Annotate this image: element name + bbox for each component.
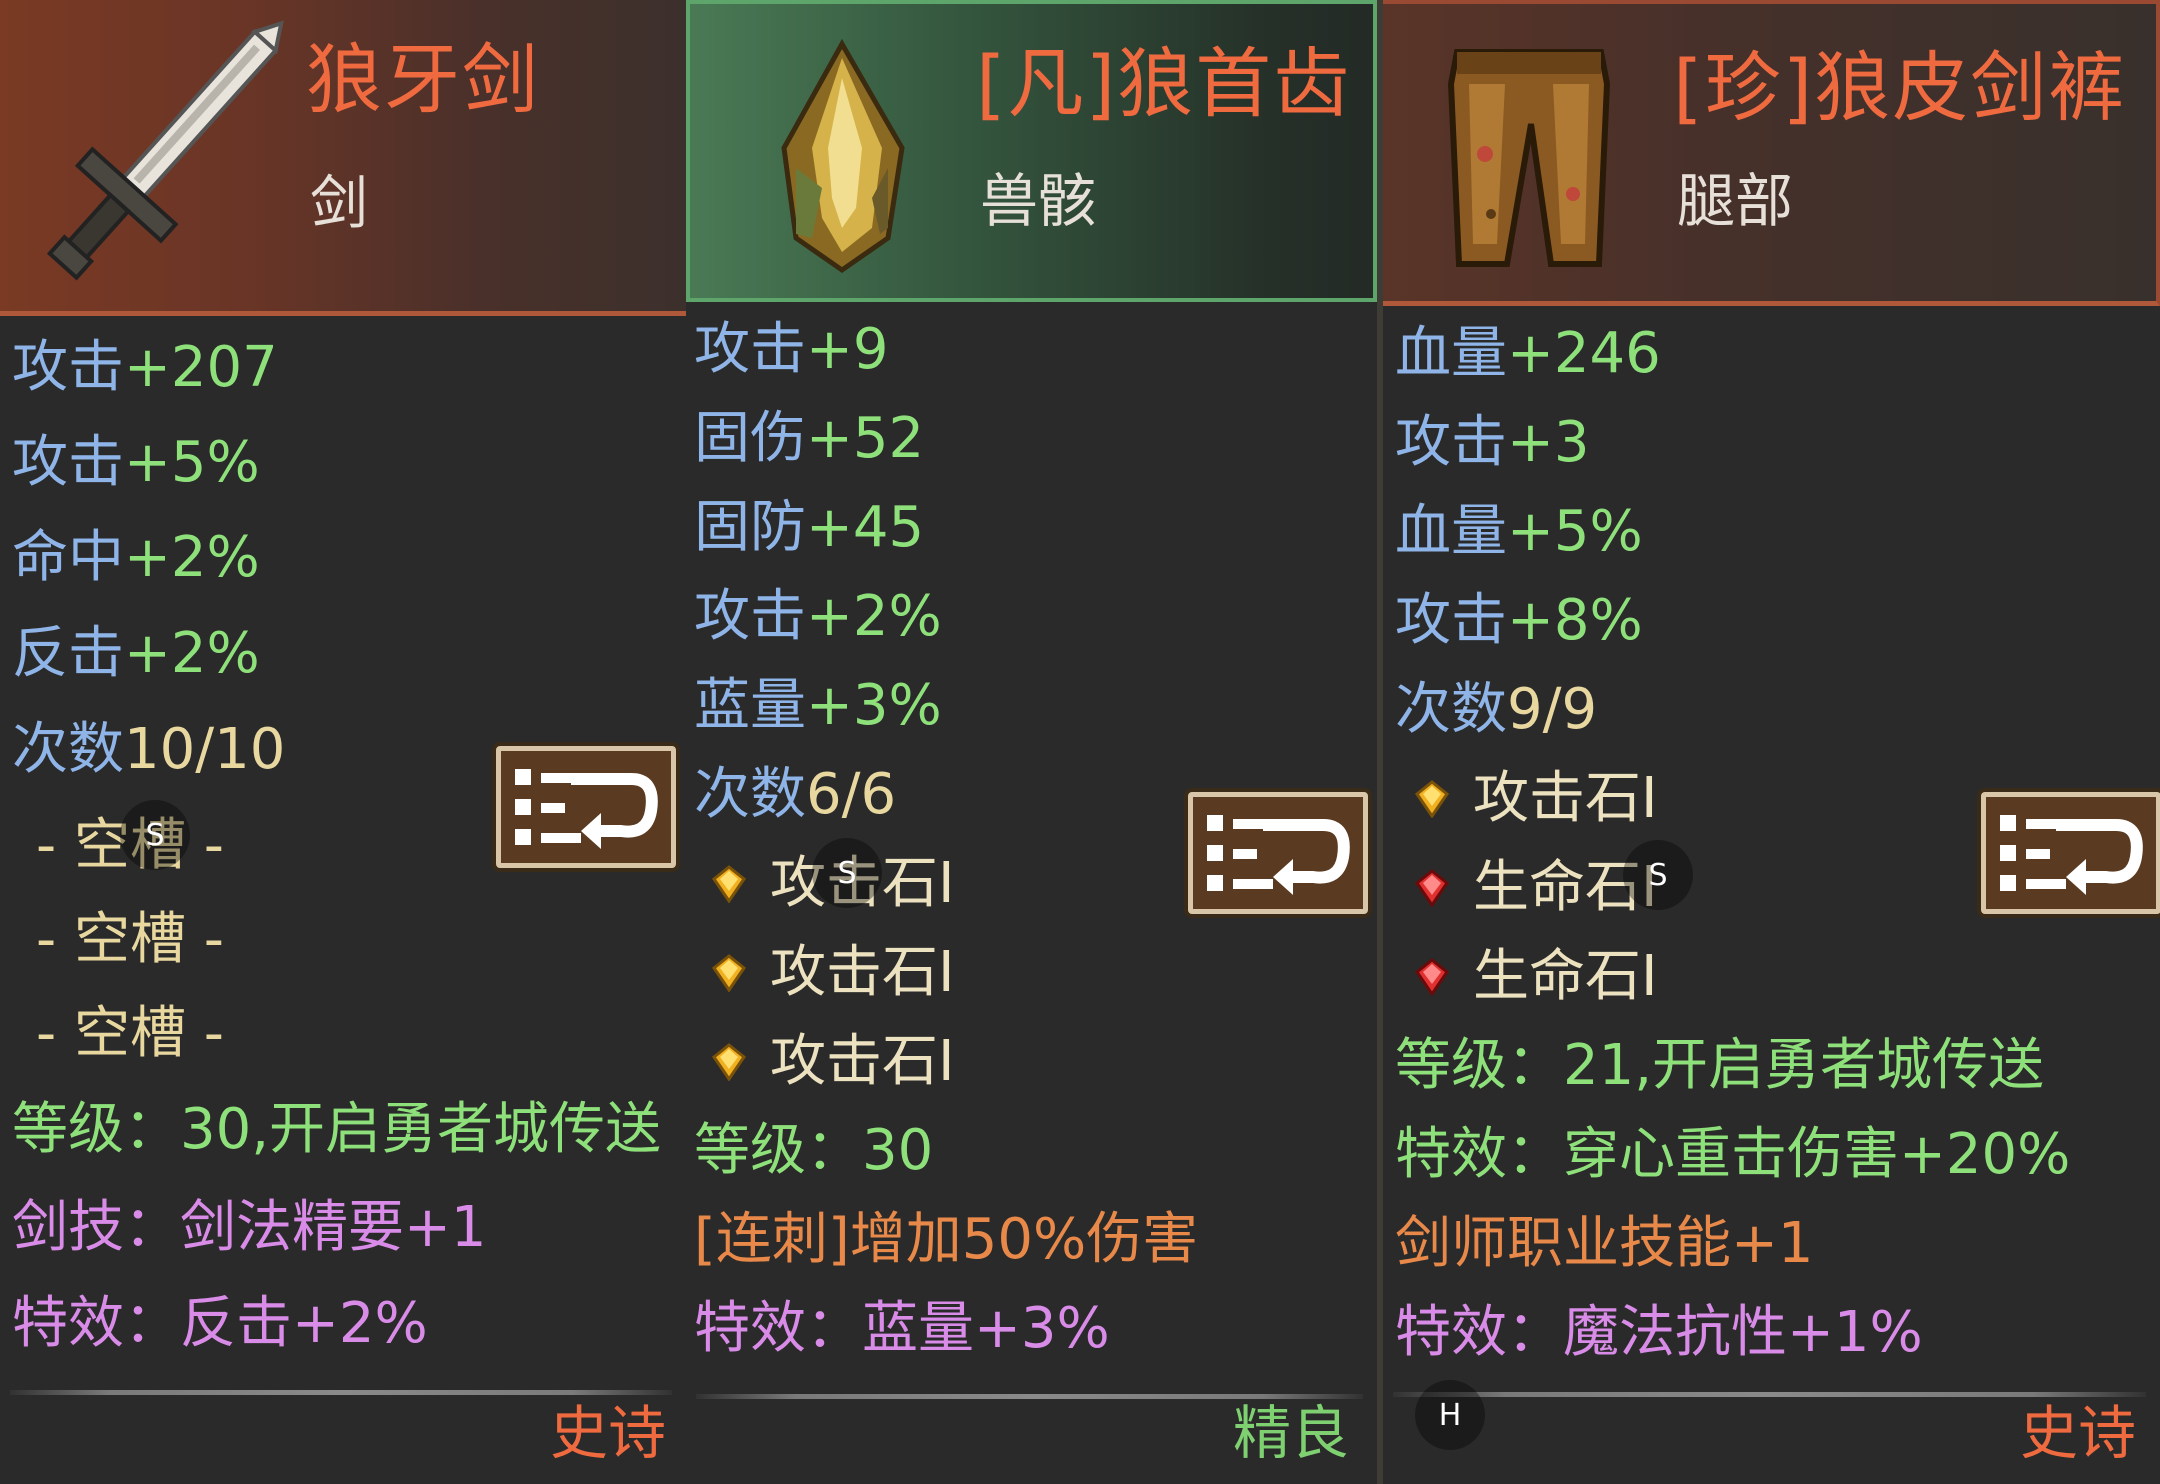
empty-socket: - 空槽 - [36, 907, 225, 972]
floating-overlay-button[interactable]: S [1623, 840, 1693, 910]
socket-gem: 攻击石I [710, 941, 955, 1005]
attack-stone-icon [711, 1043, 747, 1081]
equip-swap-icon [1207, 815, 1350, 895]
item-header: 狼牙剑 剑 [0, 0, 686, 316]
level-requirement: 等级：30 [694, 1118, 934, 1183]
durability-count: 次数10/10 [12, 717, 286, 782]
stat-line: 命中+2% [12, 525, 260, 590]
socket-gem: 攻击石I [710, 1030, 955, 1094]
stat-line: 攻击+8% [1395, 588, 1643, 653]
item-card-wolf-hide-pants: [珍]狼皮剑裤 腿部 血量+246 攻击+3 血量+5% 攻击+8% 次数9/9… [1377, 0, 2160, 1484]
floating-overlay-button[interactable]: S [812, 838, 882, 908]
stat-line: 固伤+52 [694, 406, 925, 471]
special-effect: 特效：穿心重击伤害+20% [1395, 1122, 2071, 1187]
socket-gem: 生命石I [1413, 945, 1658, 1009]
attack-stone-icon [711, 954, 747, 992]
level-requirement: 等级：21,开启勇者城传送 [1395, 1033, 2045, 1098]
rarity-label: 精良 [1232, 1399, 1349, 1467]
attack-stone-icon [1414, 780, 1450, 818]
rarity-label: 史诗 [549, 1399, 666, 1467]
stat-line: 反击+2% [12, 621, 260, 686]
item-header: [珍]狼皮剑裤 腿部 [1383, 0, 2160, 306]
rarity-label: 史诗 [2019, 1399, 2136, 1467]
durability-count: 次数6/6 [694, 762, 897, 827]
item-type: 剑 [310, 169, 369, 237]
stat-line: 攻击+207 [12, 335, 278, 400]
socket-gem: 生命石I [1413, 856, 1658, 920]
life-stone-icon [1414, 869, 1450, 907]
stat-line: 血量+246 [1395, 321, 1661, 386]
equip-swap-button[interactable] [496, 746, 676, 868]
special-effect: 特效：反击+2% [12, 1291, 428, 1356]
equip-swap-button[interactable] [1981, 792, 2160, 914]
equip-swap-button[interactable] [1188, 792, 1368, 914]
stat-line: 攻击+3 [1395, 410, 1590, 475]
attack-stone-icon [711, 865, 747, 903]
item-title: [珍]狼皮剑裤 [1673, 43, 2127, 132]
floating-overlay-button[interactable]: S [120, 800, 190, 870]
weapon-skill: 剑技：剑法精要+1 [12, 1195, 487, 1260]
item-title: 狼牙剑 [306, 35, 540, 124]
skill-bonus: [连刺]增加50%伤害 [694, 1207, 1199, 1272]
stat-line: 血量+5% [1395, 499, 1643, 564]
special-effect: 特效：魔法抗性+1% [1395, 1300, 1923, 1365]
item-header: [凡]狼首齿 兽骸 [686, 0, 1377, 302]
socket-gem: 攻击石I [1413, 767, 1658, 831]
stat-line: 固防+45 [694, 495, 925, 560]
item-type: 兽骸 [980, 167, 1097, 235]
item-title: [凡]狼首齿 [976, 39, 1352, 128]
stat-line: 攻击+5% [12, 430, 260, 495]
floating-overlay-button-h[interactable]: H [1415, 1380, 1485, 1450]
equip-swap-icon [2000, 815, 2143, 895]
level-requirement: 等级：30,开启勇者城传送 [12, 1097, 662, 1162]
item-card-wolf-fang-sword: 狼牙剑 剑 攻击+207 攻击+5% 命中+2% 反击+2% 次数10/10 -… [0, 0, 686, 1484]
wolf-fang-icon [781, 38, 905, 274]
empty-socket: - 空槽 - [36, 1001, 225, 1066]
durability-count: 次数9/9 [1395, 677, 1598, 742]
stat-line: 攻击+2% [694, 584, 942, 649]
leather-pants-icon [1447, 49, 1611, 267]
stat-line: 攻击+9 [694, 317, 889, 382]
equip-swap-icon [515, 769, 658, 849]
item-card-wolf-head-tooth: [凡]狼首齿 兽骸 攻击+9 固伤+52 固防+45 攻击+2% 蓝量+3% 次… [686, 0, 1377, 1484]
class-skill-bonus: 剑师职业技能+1 [1395, 1211, 1814, 1276]
life-stone-icon [1414, 958, 1450, 996]
special-effect: 特效：蓝量+3% [694, 1296, 1110, 1361]
sword-icon [46, 20, 284, 281]
item-type: 腿部 [1677, 167, 1794, 235]
stat-line: 蓝量+3% [694, 673, 942, 738]
